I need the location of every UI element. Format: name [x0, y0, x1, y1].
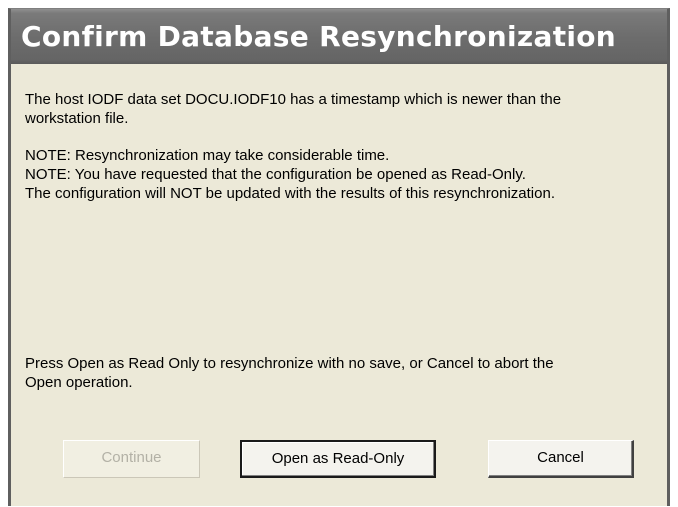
cancel-button[interactable]: Cancel	[488, 440, 634, 478]
message-line: workstation file.	[25, 110, 129, 127]
continue-button: Continue	[63, 440, 200, 478]
dialog-body: The host IODF data set DOCU.IODF10 has a…	[11, 64, 667, 507]
message-line: NOTE: Resynchronization may take conside…	[25, 147, 390, 164]
open-as-read-only-button[interactable]: Open as Read-Only	[240, 440, 436, 478]
dialog-title: Confirm Database Resynchronization	[11, 9, 667, 64]
message-timestamp-notice: The host IODF data set DOCU.IODF10 has a…	[25, 90, 661, 128]
message-line: The configuration will NOT be updated wi…	[25, 185, 555, 202]
message-instructions: Press Open as Read Only to resynchronize…	[25, 354, 661, 392]
message-line: NOTE: You have requested that the config…	[25, 166, 526, 183]
message-line: Open operation.	[25, 374, 133, 391]
confirm-resync-dialog: Confirm Database Resynchronization The h…	[8, 8, 670, 506]
message-line: The host IODF data set DOCU.IODF10 has a…	[25, 91, 562, 108]
message-notes: NOTE: Resynchronization may take conside…	[25, 146, 661, 203]
message-line: Press Open as Read Only to resynchronize…	[25, 355, 554, 372]
